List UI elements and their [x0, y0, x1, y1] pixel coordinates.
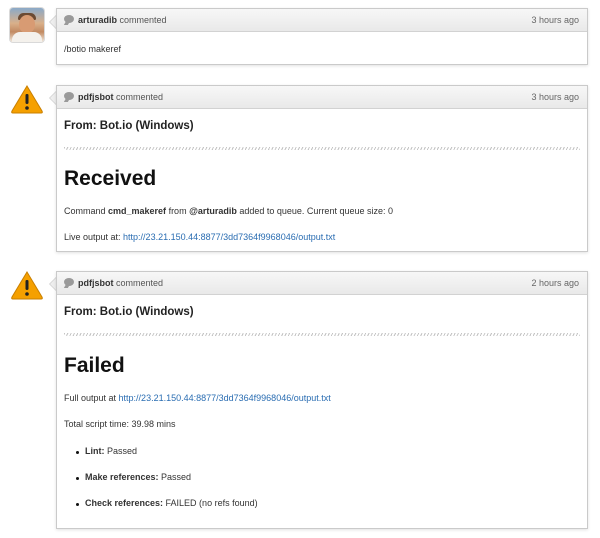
live-output-link[interactable]: http://23.21.150.44:8877/3dd7364f9968046… — [123, 232, 335, 242]
bullet — [76, 503, 79, 506]
comment-action: commented — [116, 92, 164, 102]
result-label: Make references: — [85, 472, 159, 482]
result-value: Passed — [104, 446, 138, 456]
result-value: FAILED (no refs found) — [163, 498, 258, 508]
comment-time[interactable]: 2 hours ago — [531, 278, 579, 288]
full-output-line: Full output at http://23.21.150.44:8877/… — [64, 393, 331, 403]
result-label: Lint: — [85, 446, 105, 456]
result-item: Check references: FAILED (no refs found) — [85, 498, 258, 508]
comment-bubble-icon — [64, 15, 74, 23]
avatar-face — [19, 15, 35, 33]
bot-heading: From: Bot.io (Windows) — [64, 120, 194, 132]
full-output-label: Full output at — [64, 393, 119, 403]
author-link[interactable]: pdfjsbot — [78, 92, 114, 102]
bot-heading: From: Bot.io (Windows) — [64, 306, 194, 318]
message-suffix: added to queue. Current queue size: 0 — [236, 206, 393, 216]
comment-time[interactable]: 3 hours ago — [531, 92, 579, 102]
comment-2: pdfjsbot commented 3 hours ago From: Bot… — [56, 85, 588, 252]
full-output-link[interactable]: http://23.21.150.44:8877/3dd7364f9968046… — [119, 393, 331, 403]
hatch-divider — [64, 333, 580, 336]
comment-tip — [49, 277, 56, 291]
avatar-arturadib[interactable] — [10, 8, 44, 42]
comment-time[interactable]: 3 hours ago — [531, 15, 579, 25]
comment-text: /botio makeref — [64, 44, 122, 54]
comment-bubble-icon — [64, 92, 74, 100]
comment-tip — [49, 15, 56, 29]
live-output-label: Live output at: — [64, 232, 124, 242]
status-heading: Failed — [64, 354, 125, 377]
result-label: Check references: — [85, 498, 164, 508]
comment-bubble-icon — [64, 278, 74, 286]
warning-icon — [11, 85, 43, 114]
live-output-line: Live output at: http://23.21.150.44:8877… — [64, 232, 335, 242]
avatar-shirt — [12, 32, 42, 42]
bullet — [76, 451, 79, 454]
message-mid: from — [166, 206, 190, 216]
comment-tip — [49, 91, 56, 105]
comment-3: pdfjsbot commented 2 hours ago From: Bot… — [56, 271, 588, 529]
comment-author-line: arturadib commented — [78, 15, 167, 25]
author-link[interactable]: arturadib — [78, 15, 117, 25]
script-time: Total script time: 39.98 mins — [64, 419, 176, 429]
warning-icon — [11, 271, 43, 300]
comment-action: commented — [119, 15, 167, 25]
comment-author-line: pdfjsbot commented — [78, 92, 163, 102]
bullet — [76, 477, 79, 480]
comment-action: commented — [116, 278, 164, 288]
comment-header: arturadib commented 3 hours ago — [57, 9, 587, 32]
result-value: Passed — [158, 472, 192, 482]
user-mention[interactable]: @arturadib — [189, 206, 237, 216]
comment-header: pdfjsbot commented 2 hours ago — [57, 272, 587, 295]
comment-header: pdfjsbot commented 3 hours ago — [57, 86, 587, 109]
comment-1: arturadib commented 3 hours ago /botio m… — [56, 8, 588, 65]
result-item: Make references: Passed — [85, 472, 191, 482]
result-item: Lint: Passed — [85, 446, 137, 456]
comment-author-line: pdfjsbot commented — [78, 278, 163, 288]
message-prefix: Command — [64, 206, 109, 216]
hatch-divider — [64, 147, 580, 150]
status-heading: Received — [64, 167, 157, 190]
author-link[interactable]: pdfjsbot — [78, 278, 114, 288]
queue-message: Command cmd_makeref from @arturadib adde… — [64, 206, 393, 216]
command-name: cmd_makeref — [108, 206, 167, 216]
